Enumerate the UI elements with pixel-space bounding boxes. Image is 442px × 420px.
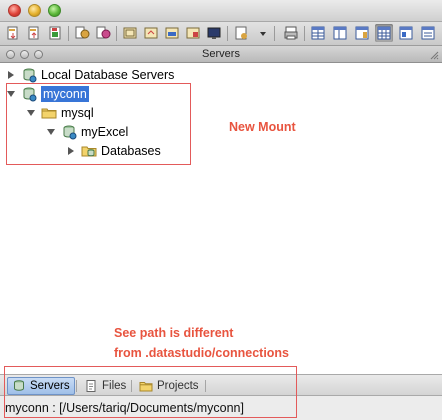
run-all-icon[interactable] xyxy=(94,24,112,42)
new-query-icon[interactable] xyxy=(4,24,22,42)
servers-tree: Local Database Servers myconn mysql myEx… xyxy=(0,63,442,370)
print-icon[interactable] xyxy=(282,24,300,42)
servers-panel-header: Servers xyxy=(0,46,442,63)
minimize-window-button[interactable] xyxy=(28,4,41,17)
panel-resize-grip-icon[interactable] xyxy=(429,49,439,60)
annotation-path-note-line2: from .datastudio/connections xyxy=(114,346,290,360)
layout-list-icon[interactable] xyxy=(419,24,437,42)
close-window-button[interactable] xyxy=(8,4,21,17)
tree-item-local-database-servers[interactable]: Local Database Servers xyxy=(6,66,174,84)
open-query-icon[interactable] xyxy=(25,24,43,42)
window-titlebar xyxy=(0,0,442,22)
panel-title: Servers xyxy=(202,48,240,60)
monitor-icon[interactable] xyxy=(205,24,223,42)
layout-panel-icon[interactable] xyxy=(353,24,371,42)
layout-table-icon[interactable] xyxy=(375,24,393,42)
annotation-path-note-line1: See path is different xyxy=(114,326,234,340)
zoom-window-button[interactable] xyxy=(48,4,61,17)
layout-grid-icon[interactable] xyxy=(309,24,327,42)
highlight-box-new-mount xyxy=(6,83,191,165)
wizard-icon[interactable] xyxy=(232,24,250,42)
explain-icon[interactable] xyxy=(121,24,139,42)
annotation-new-mount: New Mount xyxy=(229,120,296,134)
format-icon[interactable] xyxy=(142,24,160,42)
tree-item-label: Local Database Servers xyxy=(41,68,175,82)
save-query-icon[interactable] xyxy=(46,24,64,42)
layout-split-icon[interactable] xyxy=(397,24,415,42)
main-toolbar xyxy=(0,22,442,46)
table-window-icon[interactable] xyxy=(163,24,181,42)
server-icon xyxy=(21,67,37,83)
export-icon[interactable] xyxy=(184,24,202,42)
run-icon[interactable] xyxy=(73,24,91,42)
highlight-box-path xyxy=(4,366,297,418)
expand-arrow-icon[interactable] xyxy=(6,70,16,80)
layout-columns-icon[interactable] xyxy=(331,24,349,42)
wizard-dropdown-icon[interactable] xyxy=(250,24,268,42)
